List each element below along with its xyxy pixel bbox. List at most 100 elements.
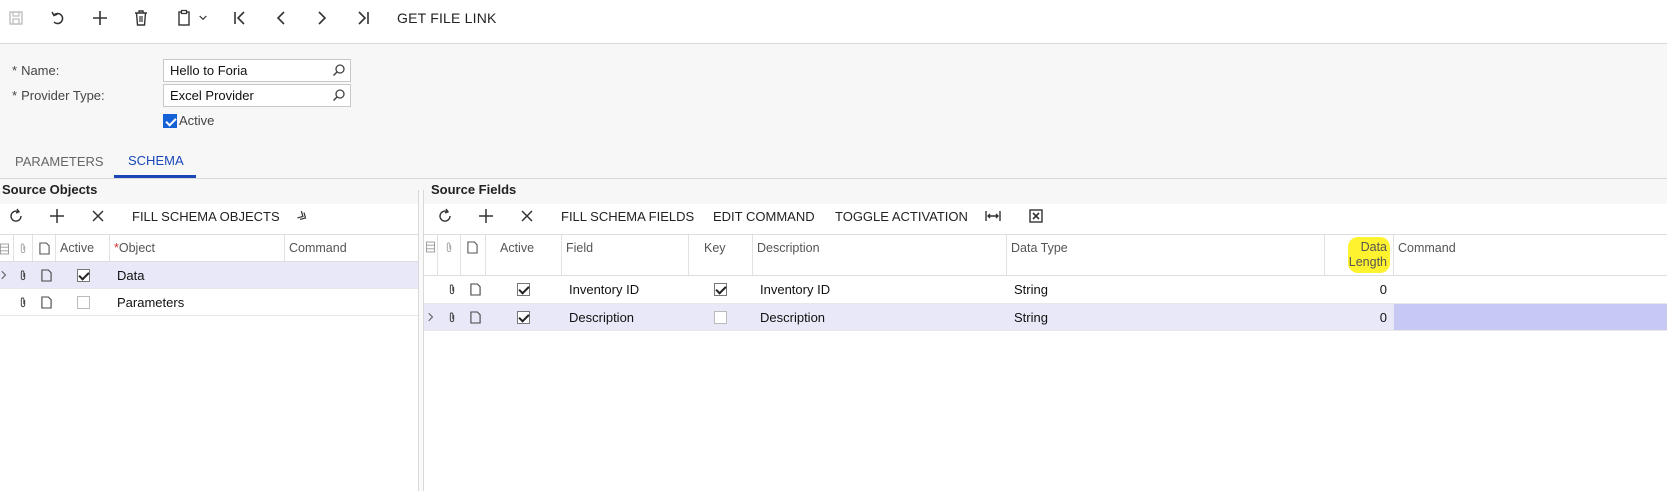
command-cell[interactable] [1394, 304, 1667, 330]
table-row[interactable]: Parameters [0, 289, 418, 316]
active-checkbox[interactable] [517, 283, 530, 296]
active-checkbox[interactable] [77, 269, 90, 282]
description-cell[interactable]: Inventory ID [753, 276, 1007, 303]
command-cell[interactable] [1394, 276, 1667, 303]
last-icon [358, 11, 369, 25]
provider-type-field[interactable]: Excel Provider [163, 84, 351, 107]
command-cell[interactable] [285, 262, 418, 288]
note-icon [39, 242, 50, 255]
copy-paste-button[interactable] [172, 4, 212, 32]
paperclip-icon[interactable] [18, 269, 28, 282]
fill-schema-fields-button[interactable]: FILL SCHEMA FIELDS [561, 201, 694, 231]
command-column-header[interactable]: Command [285, 235, 418, 261]
provider-type-label: * Provider Type: [12, 88, 105, 103]
table-row[interactable]: Description Description String 0 [424, 304, 1667, 331]
export-excel-button[interactable] [1028, 201, 1044, 231]
active-checkbox[interactable] [517, 311, 530, 324]
tab-parameters[interactable]: PARAMETERS [0, 147, 114, 178]
row-indicator-icon [428, 312, 434, 322]
key-column-header[interactable]: Key [689, 235, 753, 275]
active-checkbox[interactable] [77, 296, 90, 309]
undo-button[interactable] [48, 4, 68, 32]
data-length-cell[interactable]: 0 [1325, 276, 1394, 303]
fit-width-icon [985, 211, 1001, 221]
object-cell[interactable]: Data [110, 262, 285, 288]
table-row[interactable]: Inventory ID Inventory ID String 0 [424, 276, 1667, 304]
note-icon[interactable] [41, 296, 52, 309]
tab-strip-fill [196, 147, 1667, 178]
active-column-header[interactable]: Active [56, 235, 110, 261]
delete-button[interactable] [131, 4, 151, 32]
active-label: Active [179, 113, 215, 128]
refresh-icon [10, 208, 22, 222]
search-icon[interactable] [332, 63, 346, 77]
source-objects-toolbar: FILL SCHEMA OBJECTS [0, 201, 418, 231]
refresh-button[interactable] [8, 201, 24, 231]
add-row-button[interactable] [49, 201, 65, 231]
first-record-button[interactable] [230, 4, 250, 32]
name-field[interactable]: Hello to Foria [163, 59, 351, 82]
close-icon [92, 210, 104, 222]
get-file-link-button[interactable]: GET FILE LINK [397, 4, 497, 32]
paperclip-icon[interactable] [447, 283, 457, 296]
previous-record-button[interactable] [271, 4, 291, 32]
object-cell[interactable]: Parameters [110, 289, 285, 315]
field-cell[interactable]: Inventory ID [562, 276, 689, 303]
plus-icon [50, 209, 64, 223]
more-options-button[interactable] [294, 201, 310, 231]
field-column-header[interactable]: Field [562, 235, 689, 275]
description-column-header[interactable]: Description [753, 235, 1007, 275]
paperclip-icon[interactable] [447, 311, 457, 324]
add-row-button[interactable] [478, 201, 494, 231]
fill-schema-objects-button[interactable]: FILL SCHEMA OBJECTS [132, 201, 280, 231]
key-checkbox[interactable] [714, 283, 727, 296]
refresh-icon [439, 208, 451, 222]
name-label: * Name: [12, 63, 60, 78]
source-fields-toolbar: FILL SCHEMA FIELDS EDIT COMMAND TOGGLE A… [424, 201, 1667, 231]
delete-row-button[interactable] [90, 201, 106, 231]
tab-schema[interactable]: SCHEMA [114, 147, 196, 178]
description-cell[interactable]: Description [753, 304, 1007, 330]
grid-settings-icon[interactable] [426, 241, 435, 253]
row-selector-header [424, 235, 438, 275]
command-cell[interactable] [285, 289, 418, 315]
search-icon[interactable] [332, 88, 346, 102]
active-column-header[interactable]: Active [486, 235, 562, 275]
data-type-column-header[interactable]: Data Type [1007, 235, 1325, 275]
data-length-column-header[interactable]: Data Length [1325, 235, 1394, 275]
excel-icon [1029, 209, 1043, 223]
plus-icon [479, 209, 493, 223]
fit-columns-button[interactable] [985, 201, 1001, 231]
last-record-button[interactable] [353, 4, 373, 32]
tab-divider [0, 178, 1667, 179]
paperclip-icon[interactable] [18, 296, 28, 309]
paperclip-icon [446, 242, 452, 253]
add-button[interactable] [90, 4, 110, 32]
source-fields-header: Active Field Key Description Data Type D… [424, 234, 1667, 276]
note-icon[interactable] [41, 269, 52, 282]
edit-command-button[interactable]: EDIT COMMAND [713, 201, 815, 231]
key-checkbox[interactable] [714, 311, 727, 324]
grid-settings-icon[interactable] [0, 243, 9, 255]
note-icon[interactable] [470, 311, 481, 324]
save-button[interactable] [6, 4, 26, 32]
provider-type-value: Excel Provider [170, 88, 254, 103]
data-length-cell[interactable]: 0 [1325, 304, 1394, 330]
object-column-header[interactable]: *Object [110, 235, 285, 261]
undo-icon [51, 11, 64, 25]
refresh-button[interactable] [437, 201, 453, 231]
data-type-cell[interactable]: String [1007, 276, 1325, 303]
note-icon [467, 241, 478, 254]
data-type-cell[interactable]: String [1007, 304, 1325, 330]
field-cell[interactable]: Description [562, 304, 689, 330]
save-icon [9, 11, 23, 25]
next-record-button[interactable] [312, 4, 332, 32]
toggle-activation-button[interactable]: TOGGLE ACTIVATION [835, 201, 968, 231]
command-column-header[interactable]: Command [1394, 235, 1667, 275]
delete-row-button[interactable] [519, 201, 535, 231]
attachment-header [14, 235, 33, 261]
row-selector-header [0, 235, 14, 261]
note-icon[interactable] [470, 283, 481, 296]
table-row[interactable]: Data [0, 262, 418, 289]
active-checkbox[interactable] [163, 114, 177, 128]
